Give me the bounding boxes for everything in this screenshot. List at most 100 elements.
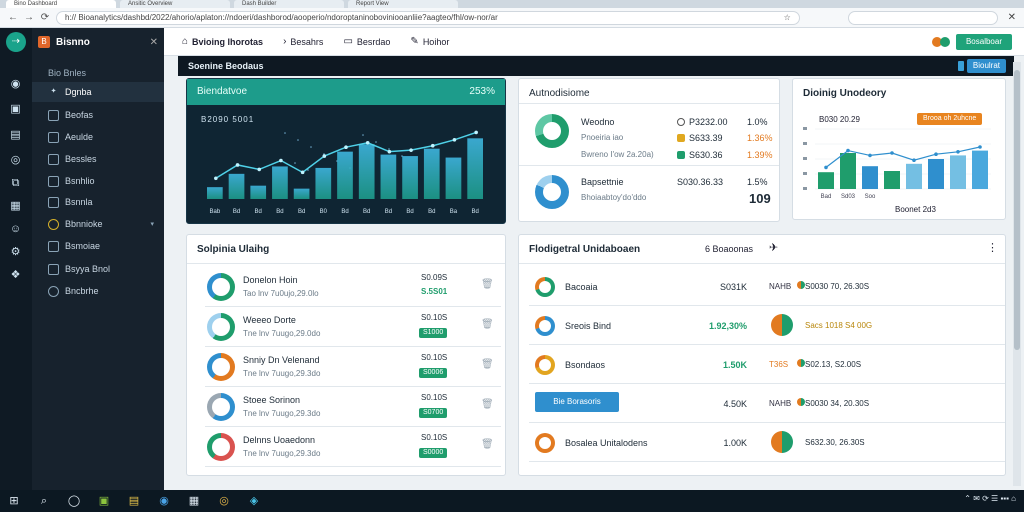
rail-layers-icon[interactable]: ⧉ — [9, 177, 22, 190]
breadcrumb[interactable]: ▭ Besrdao — [343, 36, 390, 47]
delivery-tick-label: Bad — [821, 194, 832, 200]
rail-reports-icon[interactable]: ▣ — [9, 103, 22, 116]
square-icon — [48, 131, 59, 143]
trash-icon[interactable]: 🗑 — [481, 279, 494, 290]
trend-tick-label: Bd — [385, 209, 392, 215]
browser-tab[interactable]: Dash Builder — [234, 0, 344, 8]
folder-icon[interactable]: ▤ — [126, 493, 142, 509]
table-row[interactable]: Sreois Bind 1.92,30% Sacs 1018 S4 00G — [529, 306, 1005, 345]
rail-grid-icon[interactable]: ▦ — [9, 200, 22, 213]
primary-action-button[interactable]: Bosalboar — [955, 34, 1012, 50]
filter-icon[interactable] — [958, 61, 964, 71]
bookmark-star-icon[interactable]: ☆ — [784, 12, 791, 24]
y-tick-label — [803, 172, 807, 175]
sidebar-item[interactable]: Aeulde — [32, 127, 164, 147]
sidebar-item[interactable]: Beofas — [32, 105, 164, 125]
map-dot — [310, 146, 312, 148]
breadcrumb[interactable]: ✎ Hoihor — [410, 36, 449, 47]
donut-hole — [543, 122, 561, 140]
trend-bar — [423, 148, 440, 199]
rail-table-icon[interactable]: ▤ — [9, 129, 22, 142]
start-icon[interactable]: ⊞ — [6, 493, 22, 509]
scrollbar-thumb[interactable] — [1014, 70, 1020, 350]
row-value: 4.50K — [723, 399, 747, 409]
rail-dashboard-icon[interactable]: ◉ — [9, 78, 22, 91]
forward-icon[interactable]: → — [24, 12, 34, 23]
row-value: 1.50K — [722, 360, 747, 370]
collapse-icon[interactable]: ✕ — [150, 37, 158, 48]
table-row[interactable]: Bie Borasoris 4.50K NAHB S0030 34, 20.30S — [529, 384, 1005, 423]
sidebar-item-label: Bessles — [65, 154, 97, 164]
sidebar-item[interactable]: Bbnnioke ▾ — [32, 214, 164, 234]
app-icon[interactable]: ▣ — [96, 493, 112, 509]
divider — [519, 103, 779, 104]
back-icon[interactable]: ← — [8, 12, 18, 23]
browser-tab[interactable]: Bino Dashboard — [6, 0, 116, 8]
row-tail: Sacs 1018 S4 00G — [805, 321, 873, 330]
app-icon[interactable]: ▦ — [186, 493, 202, 509]
browser-icon[interactable]: ◉ — [156, 493, 172, 509]
list-item[interactable]: Donelon Hoin Tao lnv 7u0ujo,29.0lo S0.09S S… — [205, 267, 501, 307]
active-app-icon[interactable]: ◈ — [246, 493, 262, 509]
browser-tab[interactable]: Ansitic Overview — [120, 0, 230, 8]
trend-bar — [337, 151, 353, 199]
row-tail: S0030 34, 20.30S — [805, 399, 870, 408]
list-item[interactable]: Delnns Uoaedonn Tne lnv 7uugo,29.3do S0.10… — [205, 427, 501, 467]
sidebar-item[interactable]: Bessles — [32, 149, 164, 169]
rail-user-icon[interactable]: ☺ — [9, 223, 22, 236]
trend-bar — [250, 185, 267, 199]
delivery-bar — [950, 155, 966, 189]
divider — [519, 263, 1005, 264]
table-row[interactable]: Bsondaos 1.50K T36S S02.13, S2.00S — [529, 345, 1005, 384]
search-icon[interactable]: ⌕ — [36, 493, 52, 509]
delivery-tick-label: Soo — [865, 194, 876, 200]
system-tray[interactable]: ⌃ ✉ ⟳ ☰ ▪▪▪ ⌂ — [964, 494, 1016, 503]
trash-icon[interactable]: 🗑 — [481, 319, 494, 330]
trend-point — [300, 170, 305, 175]
more-options-icon[interactable]: ⋮ — [987, 241, 998, 254]
sidebar: B Bisnno ✕ Bio Bnles ✦ Dgnba Beofas Aeuld… — [32, 28, 164, 490]
top-bar: ⌂ Bvioing lhorotas › Besahrs ▭ Besrdao ✎ Hoi… — [164, 28, 1024, 56]
row-action-button[interactable]: Bie Borasoris — [535, 392, 619, 412]
sidebar-item[interactable]: ✦ Dgnba — [32, 82, 164, 102]
status-ring-hole — [539, 281, 551, 293]
trend-bar — [293, 188, 310, 199]
avatar[interactable] — [939, 37, 950, 47]
banner-action-button[interactable]: Bioulrat — [966, 59, 1006, 73]
breadcrumb[interactable]: › Besahrs — [283, 36, 323, 47]
list-item[interactable]: Snniy Dn Velenand Tne lnv 7uugo,29.3do S0.… — [205, 347, 501, 387]
trash-icon[interactable]: 🗑 — [481, 399, 494, 410]
browser-tab[interactable]: Report View — [348, 0, 458, 8]
trash-icon[interactable]: 🗑 — [481, 439, 494, 450]
kpi-value: S030.36.33 — [677, 177, 724, 187]
chrome-icon[interactable]: ◎ — [216, 493, 232, 509]
sidebar-item[interactable]: Bsmoiae — [32, 236, 164, 256]
sidebar-item[interactable]: Bsnnla — [32, 192, 164, 212]
trend-bar — [445, 157, 462, 199]
breadcrumb[interactable]: ⌂ Bvioing lhorotas — [182, 36, 263, 47]
close-icon[interactable]: ✕ — [1008, 12, 1016, 23]
list-item[interactable]: Stoee Sorinon Tne lnv 7uugo,29.3do S0.10S S… — [205, 387, 501, 427]
rail-target-icon[interactable]: ◎ — [9, 154, 22, 167]
table-row[interactable]: Bosalea Unitalodens 1.00K S632.30, 26.30S — [529, 423, 1005, 462]
map-dot — [294, 162, 296, 164]
pin-icon[interactable]: ✈ — [769, 241, 778, 254]
task-view-icon[interactable]: ◯ — [66, 493, 82, 509]
rail-settings-icon[interactable]: ⚙ — [9, 246, 22, 259]
browser-search-input[interactable] — [847, 10, 998, 25]
list-item[interactable]: Weeeo Dorte Tne lnv 7uugo,29.0do S0.10S S10… — [205, 307, 501, 347]
app-logo-icon[interactable]: ⇢ — [6, 32, 26, 52]
sidebar-item[interactable]: Bsyya Bnol — [32, 259, 164, 279]
sidebar-item[interactable]: Bsnhlio — [32, 171, 164, 191]
trash-icon[interactable]: 🗑 — [481, 359, 494, 370]
performance-count: 6 Boaoonas — [705, 244, 754, 254]
sidebar-item[interactable]: Bncbrhe — [32, 281, 164, 301]
rail-apps-icon[interactable]: ❖ — [9, 269, 22, 282]
reload-icon[interactable]: ⟳ — [40, 12, 50, 23]
list-item-name: Weeeo Dorte — [243, 315, 296, 325]
breadcrumb-label: Besahrs — [290, 36, 324, 47]
ranking-card: Solpinia Ulaihg Donelon Hoin Tao lnv 7u0u… — [186, 234, 506, 476]
url-text: h:// Bioanalytics/dashbd/2022/ahorio/apl… — [64, 12, 498, 22]
url-input[interactable]: h:// Bioanalytics/dashbd/2022/ahorio/apl… — [55, 10, 800, 25]
table-row[interactable]: Bacoaia S031K NAHB S0030 70, 26.30S — [529, 267, 1005, 306]
